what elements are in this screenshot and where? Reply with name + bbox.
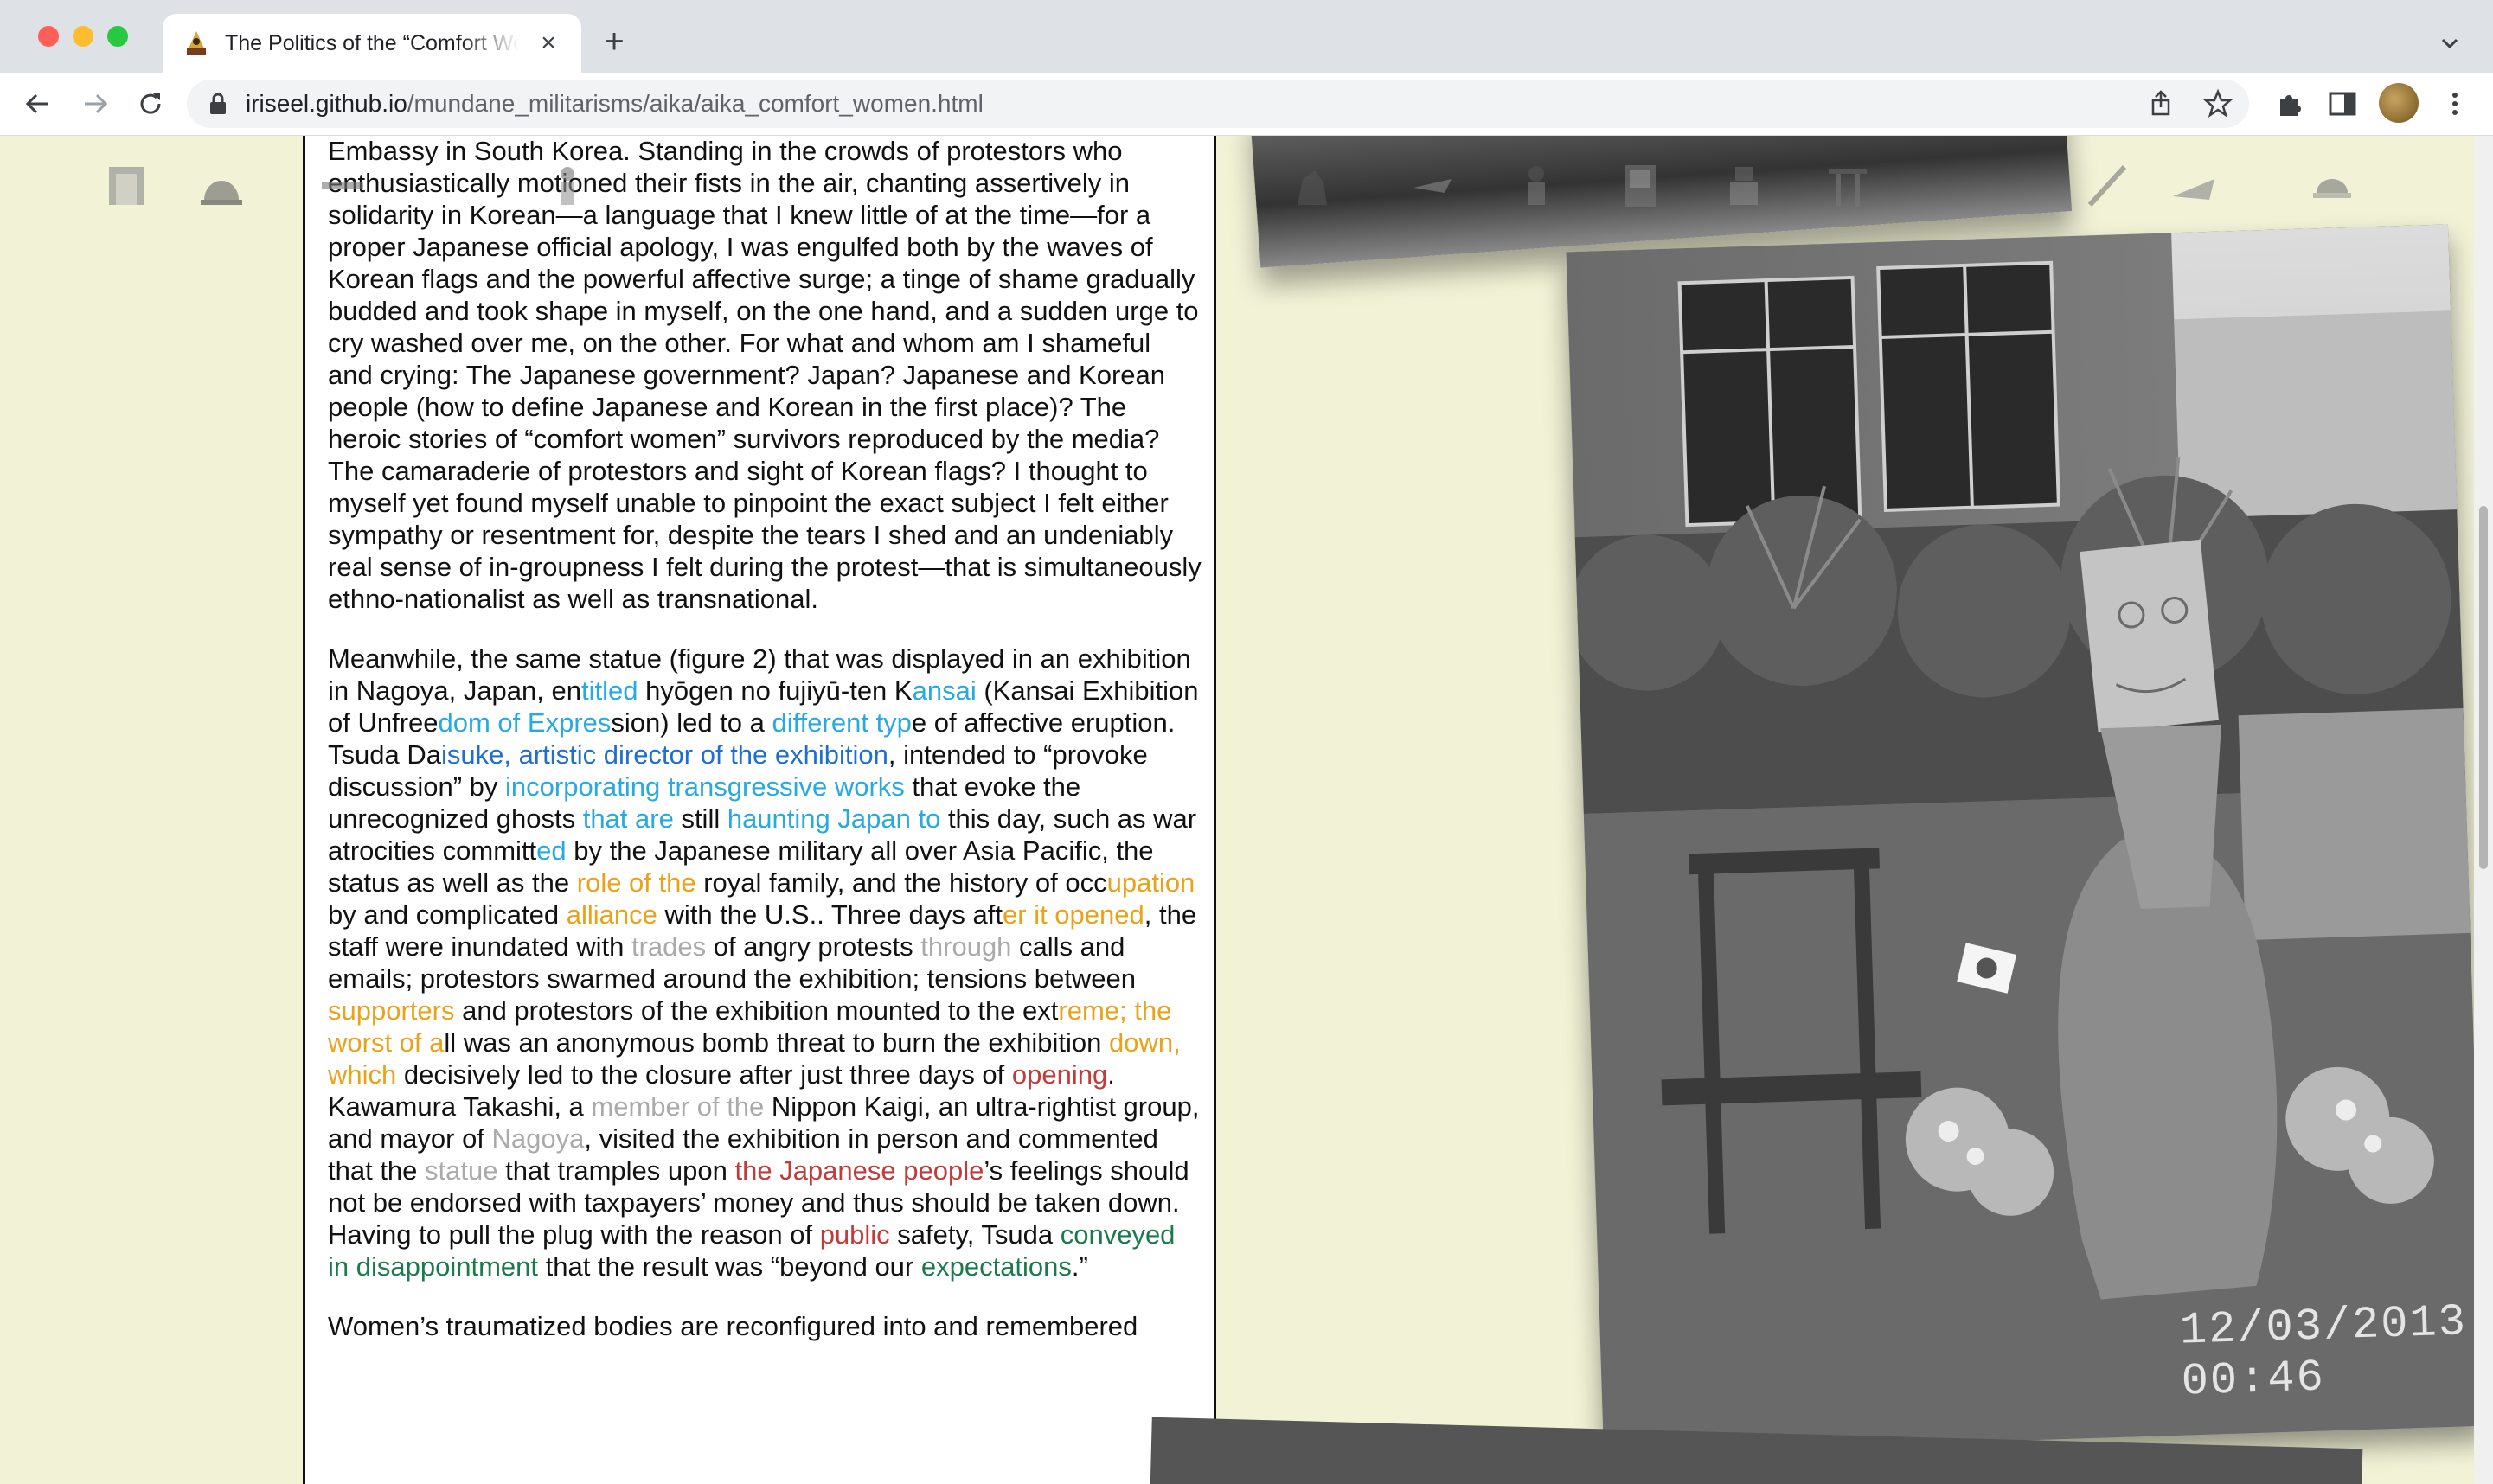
reload-icon[interactable] [131, 85, 170, 123]
text-segment: alliance [566, 899, 657, 930]
statue-photo-image [1566, 224, 2486, 1454]
text-segment: incorporating transgressive works [505, 771, 905, 802]
lock-icon[interactable] [208, 92, 228, 116]
text-segment: still [673, 803, 727, 834]
forward-icon[interactable] [76, 85, 114, 123]
text-segment: that tramples upon [497, 1155, 735, 1186]
text-segment: through [920, 931, 1012, 962]
text-segment: dom of Expres [438, 707, 612, 738]
text-segment: and protestors of the exhibition mounted… [454, 995, 1059, 1026]
text-segment: royal family, and the history of occ [695, 867, 1107, 898]
plane-icon [1413, 179, 1452, 193]
text-segment: safety, Tsuda [889, 1219, 1061, 1250]
url-path: /mundane_militarisms/aika/aika_comfort_w… [407, 90, 984, 117]
page-viewport: protest calling for justices for “comfor… [0, 136, 2493, 1484]
side-panel-icon[interactable] [2325, 86, 2360, 121]
article-text: protest calling for justices for “comfor… [328, 136, 1202, 1370]
scrollbar-thumb[interactable] [2479, 506, 2488, 869]
shrine-icon [1829, 169, 1867, 207]
text-segment: decisively led to the closure after just… [396, 1059, 1012, 1090]
profile-avatar[interactable] [2379, 83, 2419, 123]
back-icon[interactable] [19, 85, 57, 123]
browser-toolbar: iriseel.github.io/mundane_militarisms/ai… [0, 73, 2493, 136]
text-segment: trades [631, 931, 707, 962]
tab-title: The Politics of the “Comfort Women” Stat… [225, 31, 519, 55]
text-segment: ansai [912, 675, 977, 706]
active-tab[interactable]: The Politics of the “Comfort Women” Stat… [163, 14, 581, 73]
article-panel: protest calling for justices for “comfor… [303, 136, 1216, 1484]
text-segment: opening [1011, 1059, 1108, 1090]
text-segment: .” [1071, 1251, 1088, 1282]
robot-icon [1730, 167, 1758, 205]
text-segment: public [819, 1219, 890, 1250]
text-segment: titled [581, 675, 638, 706]
photo-timestamp: 12/03/2013 00:46 [2179, 1296, 2468, 1408]
minimize-window-button[interactable] [73, 26, 93, 47]
warship-icon [2173, 179, 2214, 200]
page-scrollbar[interactable] [2474, 136, 2493, 1484]
text-segment: statue [425, 1155, 498, 1186]
close-window-button[interactable] [38, 26, 59, 47]
tab-strip: The Politics of the “Comfort Women” Stat… [0, 0, 2493, 73]
text-segment: member of the [591, 1091, 765, 1122]
text-segment: isuke, artistic director of the exhibiti… [440, 739, 888, 770]
text-segment: with the U.S.. Three days aft [657, 899, 1003, 930]
text-segment: er it opened [1003, 899, 1144, 930]
text-segment: upation [1106, 867, 1195, 898]
article-paragraph: Women’s traumatized bodies are reconfigu… [328, 1310, 1202, 1342]
poster-icon [1625, 165, 1656, 207]
share-icon[interactable] [2145, 88, 2176, 119]
text-segment: haunting Japan to [727, 803, 941, 834]
maximize-window-button[interactable] [107, 26, 128, 47]
figure-icon [1528, 166, 1545, 205]
new-tab-button[interactable]: + [597, 24, 631, 59]
text-segment: different typ [772, 707, 912, 738]
text-segment: ll was an anonymous bomb threat to burn … [444, 1027, 1109, 1058]
sword-icon [2087, 164, 2127, 208]
text-segment: the Japanese people [734, 1155, 984, 1186]
menu-icon[interactable] [2438, 86, 2472, 121]
decorative-icon-strip [95, 162, 2448, 231]
text-segment: of angry protests [706, 931, 921, 962]
tab-search-icon[interactable] [2432, 26, 2467, 61]
text-segment: expectations [920, 1251, 1072, 1282]
monster-icon [1298, 170, 1327, 205]
text-segment: sion) led to a [611, 707, 772, 738]
tab-close-button[interactable]: × [533, 28, 564, 59]
soldier-icon [561, 167, 574, 205]
article-paragraph: Meanwhile, the same statue (figure 2) th… [328, 643, 1202, 1283]
text-segment: supporters [328, 995, 455, 1026]
extensions-icon[interactable] [2272, 86, 2306, 121]
rifle-icon [322, 182, 363, 189]
cap-icon [2313, 179, 2351, 198]
url-text[interactable]: iriseel.github.io/mundane_militarisms/ai… [246, 88, 984, 119]
helmet-icon [201, 181, 242, 205]
gate-icon [109, 167, 144, 205]
statue-photo: 12/03/2013 00:46 [1566, 224, 2486, 1454]
url-domain: iriseel.github.io [246, 90, 407, 117]
bookmark-star-icon[interactable] [2202, 88, 2233, 119]
text-segment: that the result was “beyond our [538, 1251, 921, 1282]
text-segment: role of the [576, 867, 696, 898]
text-segment: that are [582, 803, 674, 834]
text-segment: hyōgen no fujiyū-ten K [638, 675, 913, 706]
favicon-icon [187, 31, 206, 55]
address-bar[interactable]: iriseel.github.io/mundane_militarisms/ai… [187, 80, 2249, 128]
text-segment: Nagoya [491, 1123, 585, 1154]
text-segment: ed [536, 835, 567, 866]
text-segment: Women’s traumatized bodies are reconfigu… [328, 1311, 1138, 1341]
text-segment: by and complicated [328, 899, 567, 930]
